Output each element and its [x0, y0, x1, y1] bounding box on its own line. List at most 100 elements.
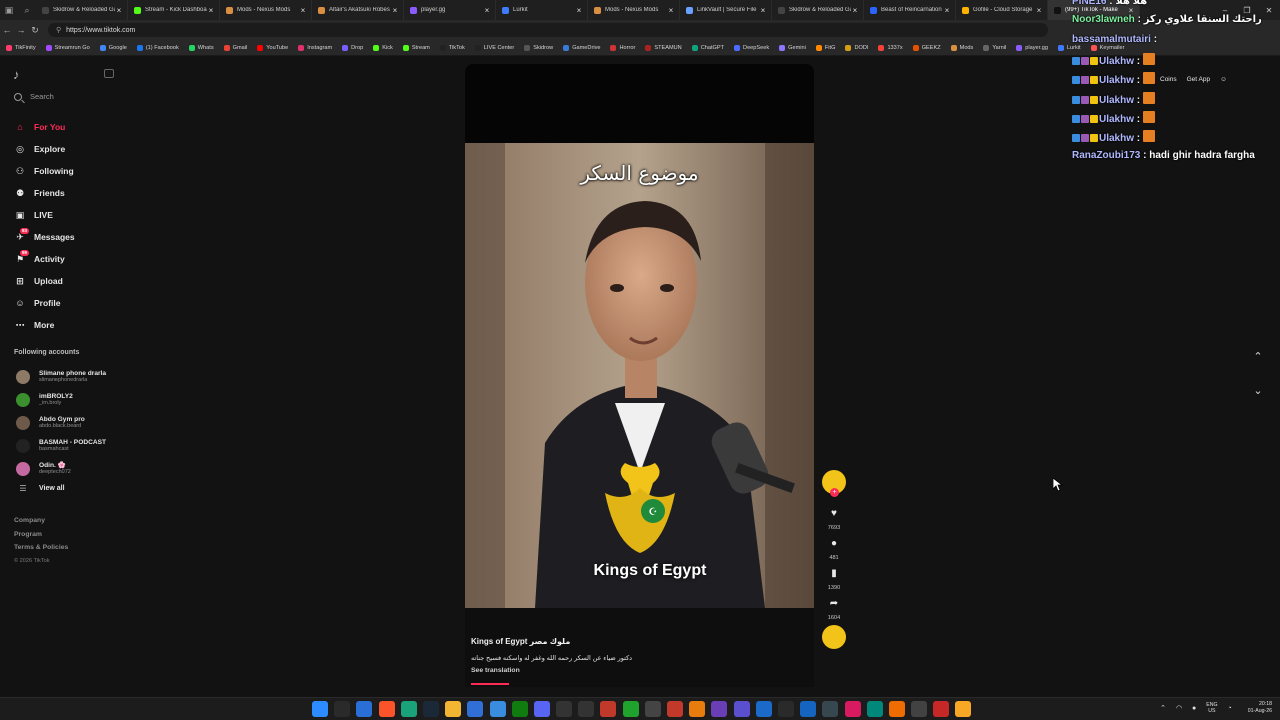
steam-icon[interactable] [422, 701, 439, 717]
bookmark-item[interactable]: Whats [188, 44, 214, 51]
tray-mic-icon[interactable]: ● [1192, 705, 1196, 712]
comment-button[interactable]: ● 481 [819, 537, 849, 561]
sidebar-item-profile[interactable]: ☺ Profile [14, 292, 144, 314]
video-author[interactable]: Kings of Egypt ملوك مصر [471, 637, 811, 646]
browser-menu-icon[interactable]: ▣ [0, 0, 18, 20]
tray-wifi-icon[interactable]: ◠ [1176, 704, 1182, 712]
like-button[interactable]: ♥ 7693 [819, 507, 849, 531]
app6-icon[interactable] [755, 701, 772, 717]
davinci-icon[interactable] [600, 701, 617, 717]
browser-tab[interactable]: Altair's Akatsuki Robes × [312, 0, 404, 20]
forward-icon[interactable]: → [14, 20, 28, 40]
bookmark-item[interactable]: GameDrive [563, 44, 600, 51]
following-account[interactable]: Odin. 🌸 deeptech072 [14, 457, 164, 480]
tab-close-icon[interactable]: × [667, 6, 675, 15]
start-icon[interactable] [312, 701, 328, 717]
see-translation-link[interactable]: See translation [471, 667, 811, 674]
app8-icon[interactable] [800, 701, 817, 717]
bookmark-item[interactable]: Instagram [298, 44, 332, 51]
browser-tab[interactable]: Skidrow & Reloaded Ga × [772, 0, 864, 20]
browser-tab[interactable]: player.gg × [404, 0, 496, 20]
browser-tab[interactable]: Gofile - Cloud Storage × [956, 0, 1048, 20]
previous-video-icon[interactable]: ⌃ [1250, 350, 1266, 384]
tray-volume-icon[interactable]: ◔ [1228, 705, 1232, 712]
creator-avatar[interactable]: + [822, 470, 846, 497]
next-video-icon[interactable]: ⌄ [1250, 384, 1266, 418]
back-icon[interactable]: ← [0, 20, 14, 40]
video-player[interactable]: ☪ موضوع السكر Kings of Egypt [465, 143, 814, 608]
bookmark-item[interactable]: Yarnil [983, 44, 1006, 51]
bookmark-item[interactable]: 1337x [878, 44, 903, 51]
footer-terms-link[interactable]: Terms & Policies [14, 544, 68, 558]
bookmark-item[interactable]: TikFinity [6, 44, 36, 51]
sidebar-item-live[interactable]: ▣ LIVE [14, 204, 144, 226]
language-indicator[interactable]: ENG US [1206, 702, 1217, 714]
tab-close-icon[interactable]: × [1035, 6, 1043, 15]
tab-close-icon[interactable]: × [391, 6, 399, 15]
following-account[interactable]: imBROLY2 _im.broly [14, 388, 164, 411]
video-progress-bar[interactable] [471, 683, 510, 685]
sidebar-item-upload[interactable]: ⊞ Upload [14, 270, 144, 292]
bookmark-item[interactable]: Drop [342, 44, 363, 51]
bookmark-item[interactable]: ChatGPT [691, 44, 724, 51]
app3-icon[interactable] [667, 701, 683, 717]
obs-icon[interactable] [556, 701, 573, 717]
sidebar-item-messages[interactable]: ✈ 93 Messages [14, 226, 144, 248]
media-icon[interactable] [622, 701, 639, 717]
github-icon[interactable] [578, 701, 595, 717]
bookmark-item[interactable]: GEEKZ [912, 44, 941, 51]
search-icon[interactable] [334, 701, 351, 717]
sidebar-item-explore[interactable]: ◎ Explore [14, 138, 144, 160]
footer-company-link[interactable]: Company [14, 517, 68, 531]
bookmark-item[interactable]: Google [99, 44, 127, 51]
browser-tab[interactable]: Stream - Kick Dashboard × [128, 0, 220, 20]
tab-close-icon[interactable]: × [299, 6, 307, 15]
bookmark-item[interactable]: (1) Facebook [136, 44, 179, 51]
chrome-icon[interactable] [356, 701, 373, 717]
bookmark-item[interactable]: Streamrun Go [45, 44, 90, 51]
browser-tab[interactable]: Beast of Reincarnation × [864, 0, 956, 20]
url-input[interactable]: ⚲ https://www.tiktok.com [48, 23, 1048, 37]
bookmark-item[interactable]: DeepSeek [734, 44, 769, 51]
bookmark-item[interactable]: Gmail [223, 44, 247, 51]
following-account[interactable]: Abdo Gym pro abdo.black.beard [14, 411, 164, 434]
tab-close-icon[interactable]: × [483, 6, 491, 15]
edge-icon[interactable] [400, 701, 417, 717]
tab-close-icon[interactable]: × [851, 6, 859, 15]
app5-icon[interactable] [733, 701, 750, 717]
bookmark-item[interactable]: player.gg [1016, 44, 1048, 51]
app9-icon[interactable] [822, 701, 839, 717]
tiktok-logo-icon[interactable]: ♪ [13, 67, 27, 82]
sidebar-item-following[interactable]: ⚇ Following [14, 160, 144, 182]
globe-icon[interactable] [489, 701, 506, 717]
app4-icon[interactable] [711, 701, 728, 717]
share-button[interactable]: ➦ 1604 [819, 597, 849, 621]
following-account[interactable]: BASMAH - PODCAST basmahcast [14, 434, 164, 457]
blender-icon[interactable] [689, 701, 706, 717]
app2-icon[interactable] [644, 701, 661, 717]
app14-icon[interactable] [933, 701, 950, 717]
follow-plus-icon[interactable]: + [830, 488, 839, 497]
bookmark-item[interactable]: STEAMUN [645, 44, 682, 51]
browser-tab[interactable]: Skidrow & Reloaded Ga × [36, 0, 128, 20]
taskbar-clock[interactable]: 20:18 01-Aug-26 [1248, 701, 1272, 715]
bookmark-item[interactable]: Stream [402, 44, 430, 51]
xbox-icon[interactable] [511, 701, 528, 717]
app10-icon[interactable] [844, 701, 861, 717]
browser-tab[interactable]: Mods - Nexus Mods × [220, 0, 312, 20]
view-all-link[interactable]: ☰ View all [14, 480, 164, 496]
collapse-sidebar-icon[interactable] [104, 69, 114, 78]
tab-close-icon[interactable]: × [943, 6, 951, 15]
site-info-icon[interactable]: ⚲ [56, 26, 61, 34]
bookmark-item[interactable]: Kick [373, 44, 393, 51]
browser-tab[interactable]: Mods - Nexus Mods × [588, 0, 680, 20]
app13-icon[interactable] [911, 701, 928, 717]
bookmark-item[interactable]: FitG [815, 44, 835, 51]
tab-close-icon[interactable]: × [575, 6, 583, 15]
browser-tab[interactable]: LinkVault | Secure File × [680, 0, 772, 20]
bookmark-item[interactable]: Skidrow [524, 44, 553, 51]
tray-chevron-icon[interactable]: ⌃ [1160, 704, 1166, 712]
sidebar-item-more[interactable]: ⋯ More [14, 314, 144, 336]
bookmark-item[interactable]: DODI [845, 44, 868, 51]
bookmark-item[interactable]: Mods [950, 44, 973, 51]
